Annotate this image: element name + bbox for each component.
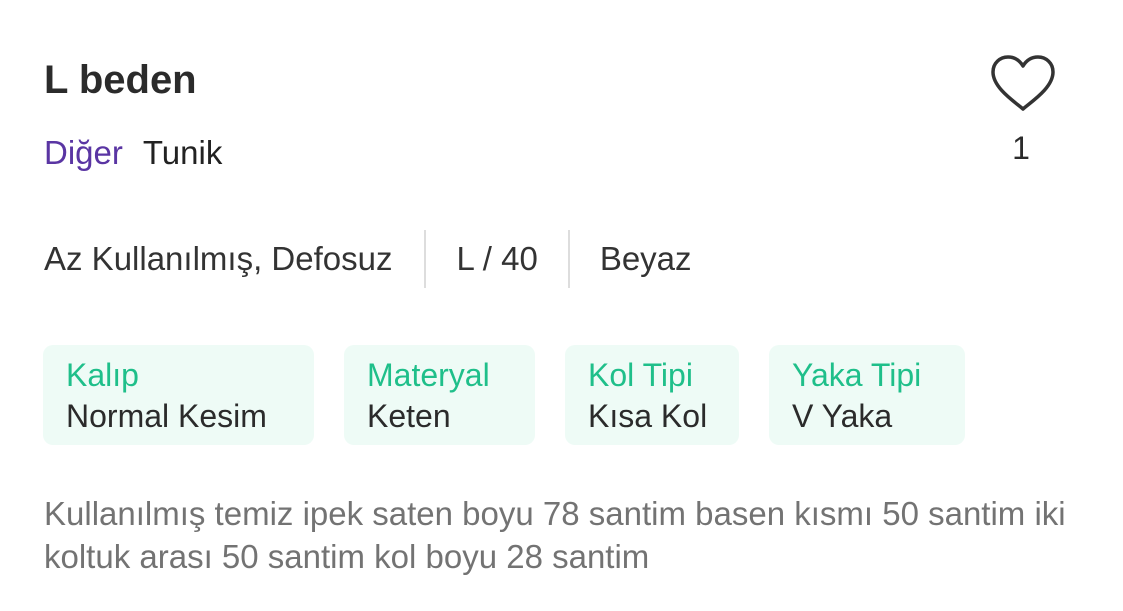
product-title: L beden	[44, 58, 197, 102]
heart-icon[interactable]	[990, 54, 1056, 114]
attribute-label: Kalıp	[66, 357, 139, 393]
product-description: Kullanılmış temiz ipek saten boyu 78 san…	[44, 495, 1066, 575]
attribute-label: Kol Tipi	[588, 357, 693, 393]
product-meta-row: Az Kullanılmış, Defosuz L / 40 Beyaz	[44, 230, 692, 288]
favorite-widget: 1	[988, 54, 1058, 168]
attribute-chip-materyal: Materyal Keten	[344, 345, 535, 445]
attribute-value: Keten	[367, 398, 451, 434]
category-link[interactable]: Diğer	[44, 134, 123, 171]
attribute-chip-yaka-tipi: Yaka Tipi V Yaka	[769, 345, 965, 445]
attribute-value: Kısa Kol	[588, 398, 708, 434]
condition-text: Az Kullanılmış, Defosuz	[44, 240, 393, 277]
attribute-chip-kol-tipi: Kol Tipi Kısa Kol	[565, 345, 739, 445]
subcategory-link[interactable]: Tunik	[143, 134, 222, 171]
attribute-value: V Yaka	[792, 398, 893, 434]
category-row: Diğer Tunik	[44, 132, 222, 174]
attribute-value: Normal Kesim	[66, 398, 267, 434]
attribute-label: Materyal	[367, 357, 490, 393]
attribute-label: Yaka Tipi	[792, 357, 922, 393]
attribute-chip-kalip: Kalıp Normal Kesim	[43, 345, 314, 445]
size-text: L / 40	[456, 240, 538, 277]
favorite-count: 1	[1012, 130, 1030, 166]
color-text: Beyaz	[599, 240, 692, 277]
